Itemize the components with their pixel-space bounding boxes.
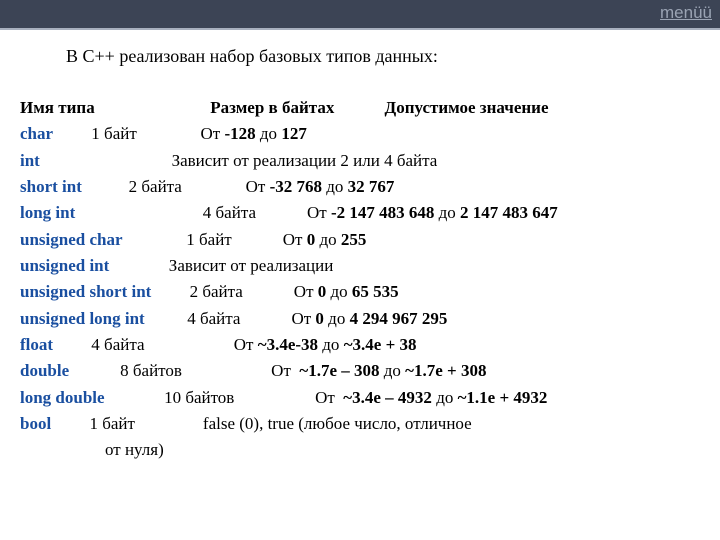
- type-keyword: long int: [20, 203, 75, 222]
- type-keyword: long double: [20, 388, 105, 407]
- header-col-range: Допустимое значение: [385, 95, 549, 121]
- table-row: unsigned int Зависит от реализации: [20, 253, 720, 279]
- table-row: int Зависит от реализации 2 или 4 байта: [20, 148, 720, 174]
- table-row: unsigned short int 2 байта От 0 до 65 53…: [20, 279, 720, 305]
- type-keyword: float: [20, 335, 53, 354]
- type-keyword: unsigned long int: [20, 309, 145, 328]
- table-row: long double 10 байтов От ~3.4e – 4932 до…: [20, 385, 720, 411]
- table-row: char 1 байт От -128 до 127: [20, 121, 720, 147]
- intro-text: В С++ реализован набор базовых типов дан…: [66, 46, 720, 67]
- type-keyword: short int: [20, 177, 82, 196]
- table-row: unsigned long int 4 байта От 0 до 4 294 …: [20, 306, 720, 332]
- content-area: Имя типа Размер в байтах Допустимое знач…: [20, 95, 720, 464]
- type-keyword: int: [20, 151, 40, 170]
- header-col-size: Размер в байтах: [210, 95, 380, 121]
- type-keyword: bool: [20, 414, 51, 433]
- type-keyword: double: [20, 361, 69, 380]
- table-row: long int 4 байта От -2 147 483 648 до 2 …: [20, 200, 720, 226]
- type-rows: char 1 байт От -128 до 127int Зависит от…: [20, 121, 720, 437]
- type-keyword: char: [20, 124, 53, 143]
- table-header: Имя типа Размер в байтах Допустимое знач…: [20, 95, 720, 121]
- table-row: unsigned char 1 байт От 0 до 255: [20, 227, 720, 253]
- trailing-line: от нуля): [20, 437, 720, 463]
- table-row: short int 2 байта От -32 768 до 32 767: [20, 174, 720, 200]
- type-keyword: unsigned int: [20, 256, 109, 275]
- menu-link[interactable]: menüü: [660, 3, 712, 23]
- table-row: bool 1 байт false (0), true (любое число…: [20, 411, 720, 437]
- header-col-name: Имя типа: [20, 95, 206, 121]
- table-row: double 8 байтов От ~1.7e – 308 до ~1.7e …: [20, 358, 720, 384]
- table-row: float 4 байта От ~3.4e-38 до ~3.4e + 38: [20, 332, 720, 358]
- top-bar: menüü: [0, 0, 720, 30]
- type-keyword: unsigned short int: [20, 282, 151, 301]
- type-keyword: unsigned char: [20, 230, 123, 249]
